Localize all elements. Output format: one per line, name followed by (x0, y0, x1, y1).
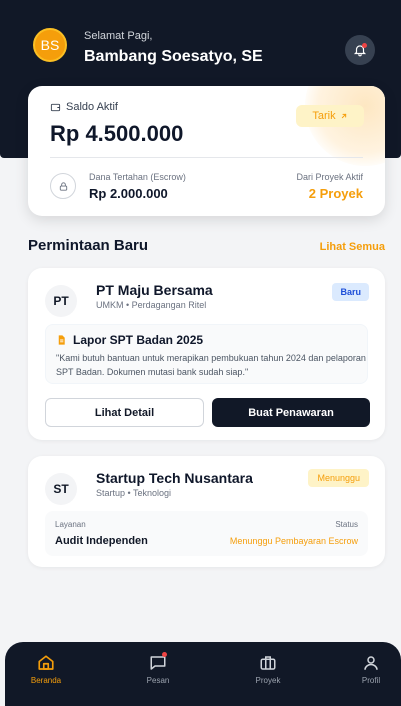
user-name: Bambang Soesatyo, SE (84, 48, 263, 65)
lock-icon (59, 181, 67, 191)
request-title-row: Lapor SPT Badan 2025 (56, 333, 203, 347)
lock-badge (50, 173, 76, 199)
request-summary: Lapor SPT Badan 2025 "Kami butuh bantuan… (45, 324, 368, 384)
nav-label: Profil (361, 676, 381, 685)
see-all-link[interactable]: Lihat Semua (320, 241, 385, 253)
request-title: Lapor SPT Badan 2025 (73, 333, 204, 347)
escrow-label: Dana Tertahan (Escrow) (89, 172, 186, 182)
wallet-divider (50, 157, 363, 158)
request-description: "Kami butuh bantuan untuk merapikan pemb… (56, 353, 366, 377)
request-card[interactable]: ST Startup Tech Nusantara Startup • Tekn… (28, 456, 385, 567)
status-badge: Menunggu (308, 469, 369, 487)
saldo-label: Saldo Aktif (66, 101, 118, 113)
saldo-value: Rp 4.500.000 (50, 121, 184, 146)
notification-dot (362, 43, 367, 48)
request-card: PT PT Maju Bersama UMKM • Perdagangan Ri… (28, 268, 385, 440)
make-offer-button[interactable]: Buat Penawaran (212, 398, 370, 427)
home-icon (38, 655, 54, 670)
active-projects-value[interactable]: 2 Proyek (309, 186, 363, 201)
company-name: PT Maju Bersama (96, 282, 213, 298)
active-projects-label: Dari Proyek Aktif (296, 172, 363, 182)
service-label: Layanan (55, 520, 86, 529)
saldo-label-row: Saldo Aktif (50, 101, 118, 113)
nav-item-profil[interactable]: Profil (341, 654, 401, 685)
company-subtitle: Startup • Teknologi (96, 488, 172, 498)
greeting-text: Selamat Pagi, (84, 30, 153, 42)
escrow-value: Rp 2.000.000 (89, 186, 168, 201)
unread-dot (162, 652, 167, 657)
wallet-card: Saldo Aktif Rp 4.500.000 Tarik Dana Tert… (28, 86, 385, 216)
tarik-label: Tarik (312, 110, 336, 122)
nav-label: Proyek (255, 676, 281, 685)
nav-item-beranda[interactable]: Beranda (16, 654, 76, 685)
bottom-nav: Beranda Pesan Proyek Profil (5, 642, 401, 706)
service-info: Layanan Audit Independen Status Menunggu… (45, 511, 368, 556)
tarik-button[interactable]: Tarik (296, 105, 364, 127)
view-detail-button[interactable]: Lihat Detail (45, 398, 204, 427)
status-badge: Baru (332, 283, 369, 301)
section-title: Permintaan Baru (28, 237, 149, 254)
status-label: Status (335, 520, 358, 529)
avatar[interactable]: BS (33, 28, 67, 62)
arrow-up-right-icon (341, 113, 346, 119)
document-icon (58, 335, 65, 345)
nav-label: Beranda (30, 676, 62, 685)
company-name: Startup Tech Nusantara (96, 470, 253, 486)
company-avatar: PT (45, 285, 77, 317)
briefcase-icon (260, 656, 276, 670)
company-avatar: ST (45, 473, 77, 505)
avatar-initials: BS (40, 37, 60, 53)
nav-item-proyek[interactable]: Proyek (238, 654, 298, 685)
wallet-icon (50, 103, 61, 111)
company-subtitle: UMKM • Perdagangan Ritel (96, 300, 207, 310)
nav-label: Pesan (146, 676, 170, 685)
nav-item-pesan[interactable]: Pesan (128, 652, 188, 685)
status-value: Menunggu Pembayaran Escrow (229, 536, 358, 546)
user-icon (364, 656, 378, 670)
notification-button[interactable] (345, 35, 375, 65)
service-value: Audit Independen (55, 535, 148, 547)
